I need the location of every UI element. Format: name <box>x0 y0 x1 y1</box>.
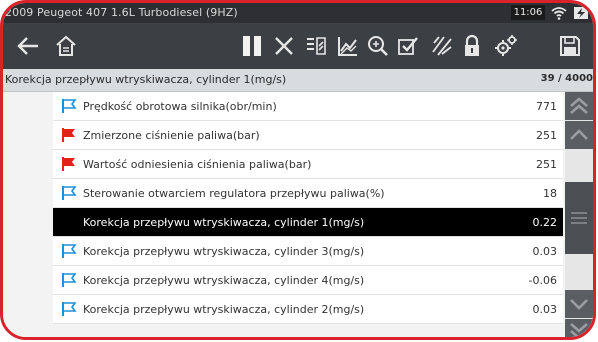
vehicle-title: 2009 Peugeot 407 1.6L Turbodiesel (9HZ) <box>5 6 238 19</box>
scroll-top-button[interactable] <box>565 92 593 120</box>
pid-row[interactable]: Prędkość obrotowa silnika(obr/min) 771 <box>53 92 563 121</box>
zoom-icon <box>368 36 388 56</box>
pid-value: 0.22 <box>532 216 558 229</box>
pid-row[interactable]: Sterowanie otwarciem regulatora przepływ… <box>53 179 563 208</box>
home-button[interactable] <box>47 23 85 69</box>
pid-label: Zmierzone ciśnienie paliwa(bar) <box>83 129 260 142</box>
flag-red-icon[interactable] <box>61 127 77 143</box>
graph-icon <box>338 37 357 56</box>
status-icons <box>549 5 593 21</box>
home-icon <box>56 35 76 56</box>
pid-label: Prędkość obrotowa silnika(obr/min) <box>83 100 277 113</box>
frame-counter: 39 / 4000 <box>540 73 593 84</box>
flag-outline-icon[interactable] <box>61 272 77 288</box>
chevron-up-icon <box>570 129 588 140</box>
pid-list: Prędkość obrotowa silnika(obr/min) 771 Z… <box>53 92 563 324</box>
pid-label: Korekcja przepływu wtryskiwacza, cylinde… <box>83 303 365 316</box>
save-button[interactable] <box>551 23 589 69</box>
scroll-down-button[interactable] <box>565 290 593 318</box>
pid-row[interactable]: Zmierzone ciśnienie paliwa(bar) 251 <box>53 121 563 150</box>
scroll-track[interactable] <box>565 254 593 290</box>
flag-outline-icon[interactable] <box>61 301 77 317</box>
pid-value: 0.03 <box>532 303 558 316</box>
pid-label: Korekcja przepływu wtryskiwacza, cylinde… <box>83 216 365 229</box>
battery-icon <box>574 7 588 19</box>
pid-value: 251 <box>536 158 557 171</box>
settings-button[interactable] <box>487 23 525 69</box>
lock-button[interactable] <box>453 23 491 69</box>
double-chevron-up-icon <box>570 97 588 114</box>
pid-row[interactable]: Wartość odniesienia ciśnienia paliwa(bar… <box>53 150 563 179</box>
pid-label: Sterowanie otwarciem regulatora przepływ… <box>83 187 385 200</box>
lock-icon <box>465 34 479 56</box>
close-icon <box>275 37 293 55</box>
status-bar: 2009 Peugeot 407 1.6L Turbodiesel (9HZ) … <box>3 3 593 23</box>
pid-label: Korekcja przepływu wtryskiwacza, cylinde… <box>83 245 365 258</box>
clock: 11:06 <box>511 5 545 20</box>
pid-row-selected[interactable]: Korekcja przepływu wtryskiwacza, cylinde… <box>53 208 563 237</box>
save-icon <box>560 36 580 56</box>
header-title: Korekcja przepływu wtryskiwacza, cylinde… <box>5 73 287 86</box>
pid-value: -0.06 <box>528 274 557 287</box>
chevron-down-icon <box>570 299 588 310</box>
check-button[interactable] <box>389 23 427 69</box>
scroll-up-button[interactable] <box>565 121 593 149</box>
flag-outline-icon[interactable] <box>61 185 77 201</box>
pid-label: Korekcja przepływu wtryskiwacza, cylinde… <box>83 274 365 287</box>
flag-red-icon[interactable] <box>61 156 77 172</box>
pid-value: 18 <box>543 187 557 200</box>
pause-icon <box>243 36 261 56</box>
wifi-icon <box>551 7 567 20</box>
check-icon <box>398 37 418 55</box>
pid-value: 771 <box>536 100 557 113</box>
pid-value: 0.03 <box>532 245 558 258</box>
pid-list-icon <box>307 37 326 55</box>
double-chevron-down-icon <box>570 323 588 337</box>
toolbar <box>3 23 593 69</box>
left-margin <box>3 92 53 337</box>
pid-row[interactable]: Korekcja przepływu wtryskiwacza, cylinde… <box>53 266 563 295</box>
settings-icon <box>495 35 517 56</box>
scroll-bottom-button[interactable] <box>565 319 593 337</box>
selected-pid-header: Korekcja przepływu wtryskiwacza, cylinde… <box>3 69 593 92</box>
pid-value: 251 <box>536 129 557 142</box>
pid-row[interactable]: Korekcja przepływu wtryskiwacza, cylinde… <box>53 295 563 324</box>
flag-outline-icon[interactable] <box>61 243 77 259</box>
back-icon <box>17 37 38 55</box>
lines-icon <box>432 36 452 56</box>
flag-outline-icon[interactable] <box>61 98 77 114</box>
scroll-thumb[interactable] <box>565 182 593 254</box>
scrollbar[interactable] <box>565 92 593 337</box>
back-button[interactable] <box>9 23 47 69</box>
grip-icon <box>571 212 587 224</box>
pid-label: Wartość odniesienia ciśnienia paliwa(bar… <box>83 158 312 171</box>
device-frame: 2009 Peugeot 407 1.6L Turbodiesel (9HZ) … <box>0 0 596 340</box>
pid-row[interactable]: Korekcja przepływu wtryskiwacza, cylinde… <box>53 237 563 266</box>
